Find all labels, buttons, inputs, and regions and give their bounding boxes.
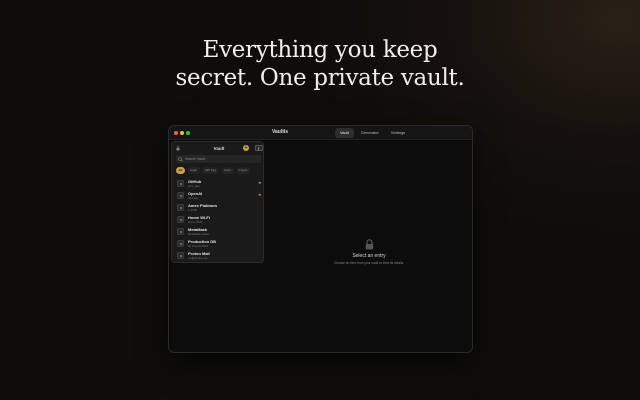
close-window-button[interactable] — [174, 131, 178, 135]
tab-vault[interactable]: Vault — [335, 128, 354, 138]
entry-subtitle: MetaMask wallet — [188, 231, 209, 236]
list-item[interactable]: GitHub john_doe ★ — [175, 178, 263, 190]
entry-icon — [177, 215, 184, 223]
entry-icon — [177, 191, 184, 199]
app-window: Vaultis Vault Generator Settings Vault +… — [168, 125, 473, 353]
entry-subtitle: Ops key — [188, 195, 199, 200]
vault-entry-list: GitHub john_doe ★ OpenAI Ops key ★ Amex … — [175, 178, 263, 262]
lock-icon — [176, 146, 180, 151]
sidebar-header: Vault + — [172, 142, 263, 155]
empty-state-description: Choose an item from your vault to view i… — [333, 260, 405, 265]
category-filters: All Login API Key Card Crypto — [176, 167, 251, 175]
empty-state-title: Select an entry — [352, 253, 386, 259]
list-item[interactable]: Proton Mail me@proton.me — [175, 250, 263, 262]
filter-card[interactable]: Card — [221, 167, 234, 174]
entry-icon — [177, 227, 184, 235]
entry-icon — [177, 239, 184, 247]
filter-all[interactable]: All — [176, 167, 185, 174]
empty-detail-state: Select an entry Choose an item from your… — [309, 239, 429, 265]
minimize-window-button[interactable] — [180, 131, 184, 135]
tab-generator[interactable]: Generator — [356, 128, 384, 138]
star-icon[interactable]: ★ — [258, 180, 262, 185]
entry-subtitle: db.internal:5432 — [188, 243, 209, 248]
top-tabs: Vault Generator Settings — [335, 128, 410, 138]
filter-api-key[interactable]: API Key — [202, 167, 220, 174]
list-item[interactable]: Production DB db.internal:5432 — [175, 238, 263, 250]
entry-icon — [177, 251, 184, 259]
entry-icon — [177, 203, 184, 211]
app-title: Vaultis — [271, 129, 289, 135]
add-entry-button[interactable]: + — [243, 145, 249, 151]
hero-line-1: Everything you keep — [202, 37, 438, 63]
star-icon[interactable]: ★ — [258, 192, 262, 197]
lock-icon — [365, 239, 373, 250]
tab-settings[interactable]: Settings — [386, 128, 410, 138]
search-icon — [178, 156, 183, 162]
sidebar-title: Vault — [213, 146, 225, 151]
filter-crypto[interactable]: Crypto — [235, 167, 251, 174]
title-bar: Vaultis Vault Generator Settings — [169, 126, 472, 140]
search-box[interactable] — [176, 155, 261, 163]
search-input[interactable] — [185, 156, 259, 162]
entry-subtitle: Home Wi-Fi — [188, 219, 203, 224]
list-item[interactable]: OpenAI Ops key ★ — [175, 190, 263, 202]
list-item[interactable]: MetaMask MetaMask wallet — [175, 226, 263, 238]
vault-sidebar: Vault + All Login API Key Card Crypto Gi… — [171, 141, 264, 263]
list-item[interactable]: Home Wi-Fi Home Wi-Fi — [175, 214, 263, 226]
zoom-window-button[interactable] — [186, 131, 190, 135]
toggle-sidebar-icon[interactable] — [255, 145, 263, 151]
hero-line-2: secret. One private vault. — [175, 65, 465, 91]
filter-login[interactable]: Login — [186, 167, 201, 174]
list-item[interactable]: Amex Platinum •• 1006 — [175, 202, 263, 214]
hero-headline: Everything you keep secret. One private … — [0, 36, 640, 92]
entry-subtitle: •• 1006 — [188, 207, 197, 212]
entry-icon — [177, 179, 184, 187]
entry-subtitle: john_doe — [188, 183, 200, 188]
entry-subtitle: me@proton.me — [188, 255, 208, 260]
